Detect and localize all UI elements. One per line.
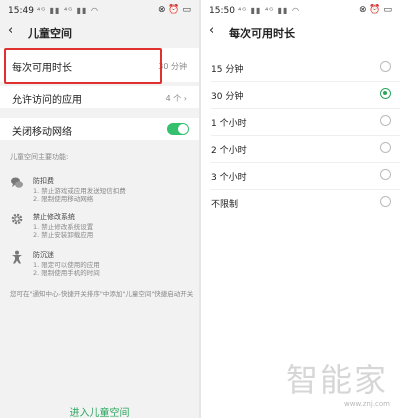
time-limit-value: 30 分钟 [158, 62, 187, 71]
option-30-minutes[interactable]: 30 分钟 [201, 82, 400, 108]
status-bar: 15:50 ⁴ᴳ ▮▮ ⁴ᴳ ▮▮ ◠ ⊗ ⏰ ▭ [201, 0, 400, 22]
child-figure-icon [12, 250, 22, 264]
allowed-apps-row[interactable]: 允许访问的应用 4 个 › [0, 86, 199, 108]
feature-line: 2. 限制使用移动网络 [33, 195, 94, 203]
radio-button-selected[interactable] [380, 88, 391, 99]
status-time: 15:49 [8, 6, 34, 16]
chat-bubble-icon [11, 177, 23, 188]
radio-button[interactable] [380, 196, 391, 207]
back-arrow-icon[interactable]: ‹ [209, 23, 214, 38]
quick-switch-tip: 您可在"通知中心-快捷开关排序"中添加"儿童空间"快捷启动开关 [10, 290, 194, 298]
enter-child-space-button[interactable]: 进入儿童空间 [0, 404, 199, 418]
page-title: 儿童空间 [28, 27, 72, 40]
option-label: 不限制 [211, 200, 239, 210]
gear-icon [11, 213, 23, 225]
signal-icons: ⁴ᴳ ▮▮ ⁴ᴳ ▮▮ ◠ [238, 6, 300, 15]
allowed-apps-label: 允许访问的应用 [12, 95, 82, 106]
status-bar: 15:49 ⁴ᴳ ▮▮ ⁴ᴳ ▮▮ ◠ ⊗ ⏰ ▭ [0, 0, 199, 22]
option-15-minutes[interactable]: 15 分钟 [201, 55, 400, 81]
battery-alarm-icons: ⊗ ⏰ ▭ [158, 5, 191, 15]
option-2-hours[interactable]: 2 个小时 [201, 136, 400, 162]
allowed-apps-value: 4 个 › [165, 94, 187, 103]
option-label: 30 分钟 [211, 92, 244, 102]
feature-line: 2. 限制使用手机的时间 [33, 269, 100, 277]
status-time: 15:50 [209, 6, 235, 16]
back-arrow-icon[interactable]: ‹ [8, 23, 13, 38]
feature-anti-charge: 防扣费 1. 禁止游戏或应用发送短信扣费 2. 限制使用移动网络 [10, 176, 189, 206]
radio-button[interactable] [380, 61, 391, 72]
mobile-network-toggle[interactable] [167, 123, 189, 135]
radio-button[interactable] [380, 142, 391, 153]
radio-button[interactable] [380, 169, 391, 180]
option-label: 15 分钟 [211, 65, 244, 75]
option-1-hour[interactable]: 1 个小时 [201, 109, 400, 135]
watermark-brand: 智能家 [286, 361, 389, 399]
feature-anti-addiction: 防沉迷 1. 限定可以使用的应用 2. 限制使用手机的时间 [10, 250, 189, 280]
feature-no-system-change: 禁止修改系统 1. 禁止修改系统设置 2. 禁止安装卸载应用 [10, 212, 189, 242]
mobile-network-label: 关闭移动网络 [12, 127, 72, 138]
option-label: 3 个小时 [211, 173, 247, 183]
child-space-settings-panel: 15:49 ⁴ᴳ ▮▮ ⁴ᴳ ▮▮ ◠ ⊗ ⏰ ▭ ‹ 儿童空间 每次可用时长 … [0, 0, 199, 418]
option-label: 2 个小时 [211, 146, 247, 156]
option-3-hours[interactable]: 3 个小时 [201, 163, 400, 189]
features-heading: 儿童空间主要功能: [10, 153, 69, 161]
feature-line: 2. 禁止安装卸载应用 [33, 231, 94, 239]
signal-icons: ⁴ᴳ ▮▮ ⁴ᴳ ▮▮ ◠ [37, 6, 99, 15]
highlight-box [4, 48, 162, 84]
mobile-network-row: 关闭移动网络 [0, 118, 199, 140]
toggle-knob [178, 124, 188, 134]
option-label: 1 个小时 [211, 119, 247, 129]
page-header: ‹ 每次可用时长 [201, 22, 400, 44]
watermark-url: www.znj.com [344, 400, 390, 408]
page-header: ‹ 儿童空间 [0, 22, 199, 44]
option-unlimited[interactable]: 不限制 [201, 190, 400, 216]
radio-button[interactable] [380, 115, 391, 126]
page-title: 每次可用时长 [229, 27, 295, 40]
battery-alarm-icons: ⊗ ⏰ ▭ [359, 5, 392, 15]
